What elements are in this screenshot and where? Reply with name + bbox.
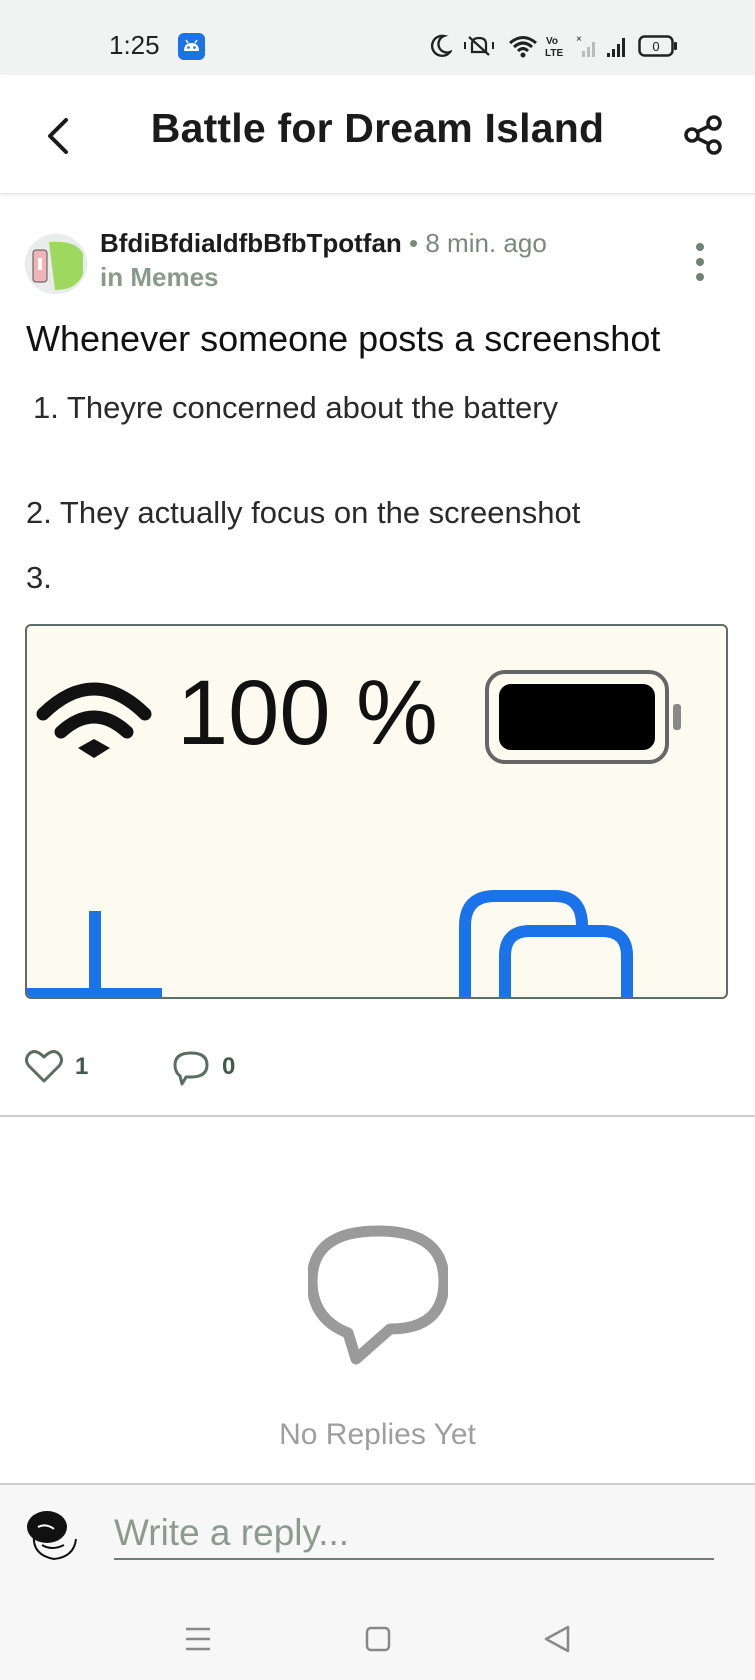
post-body-line: 1. Theyre concerned about the battery	[33, 390, 559, 425]
section-divider	[0, 1115, 755, 1117]
share-button[interactable]	[682, 113, 726, 157]
partial-icon	[27, 890, 633, 997]
svg-text:×: ×	[576, 34, 582, 45]
post-author[interactable]: BfdiBfdiaIdfbBfbTpotfan	[100, 228, 402, 258]
comment-count: 0	[222, 1053, 236, 1080]
post-body-line: 2. They actually focus on the screenshot	[26, 495, 581, 530]
heart-icon	[25, 1050, 63, 1083]
comment-button[interactable]	[172, 1047, 212, 1087]
post-author-line: BfdiBfdiaIdfbBfbTpotfan • 8 min. ago	[100, 228, 547, 259]
status-bar: 1:25 Vo LTE × 0	[0, 0, 755, 75]
system-nav-bar	[0, 1605, 755, 1678]
user-avatar[interactable]	[24, 1505, 82, 1563]
page-title: Battle for Dream Island	[150, 105, 605, 151]
android-notification-icon	[178, 33, 205, 60]
share-icon	[684, 115, 722, 155]
post-community[interactable]: in Memes	[100, 262, 219, 293]
like-count: 1	[75, 1053, 89, 1080]
comment-icon	[173, 1051, 209, 1086]
square-icon	[365, 1626, 391, 1652]
speech-bubble-icon	[306, 1225, 450, 1365]
more-options-button[interactable]	[688, 243, 712, 283]
home-button[interactable]	[358, 1619, 398, 1659]
no-replies-text: No Replies Yet	[279, 1418, 476, 1451]
menu-icon	[186, 1627, 210, 1651]
post-body-line: 3.	[26, 560, 52, 595]
svg-text:LTE: LTE	[545, 48, 563, 59]
wifi-icon	[36, 682, 152, 758]
moon-icon	[430, 34, 452, 57]
kebab-dot	[696, 273, 704, 281]
kebab-dot	[696, 243, 704, 251]
kebab-dot	[696, 258, 704, 266]
back-nav-button[interactable]	[538, 1619, 578, 1659]
battery-icon	[485, 670, 681, 764]
meta-separator: •	[401, 228, 426, 258]
author-avatar[interactable]	[25, 234, 87, 294]
recents-button[interactable]	[178, 1619, 218, 1659]
signal-icon	[607, 38, 625, 57]
triangle-back-icon	[544, 1625, 570, 1653]
svg-text:Vo: Vo	[546, 36, 558, 47]
post-title: Whenever someone posts a screenshot	[26, 318, 661, 359]
post-time: 8 min. ago	[425, 228, 547, 258]
battery-percent-text: 100 %	[177, 662, 438, 764]
reply-input[interactable]	[114, 1508, 714, 1560]
wifi-icon	[509, 36, 537, 58]
vibrate-icon	[464, 36, 494, 56]
post-image[interactable]: 100 %	[25, 624, 728, 999]
like-button[interactable]	[24, 1047, 64, 1087]
signal-x-icon: ×	[576, 34, 595, 57]
status-time: 1:25	[109, 30, 160, 60]
volte-icon: VoLTE	[545, 36, 563, 59]
battery-level-text: 0	[652, 39, 659, 54]
battery-icon: 0	[638, 35, 677, 57]
